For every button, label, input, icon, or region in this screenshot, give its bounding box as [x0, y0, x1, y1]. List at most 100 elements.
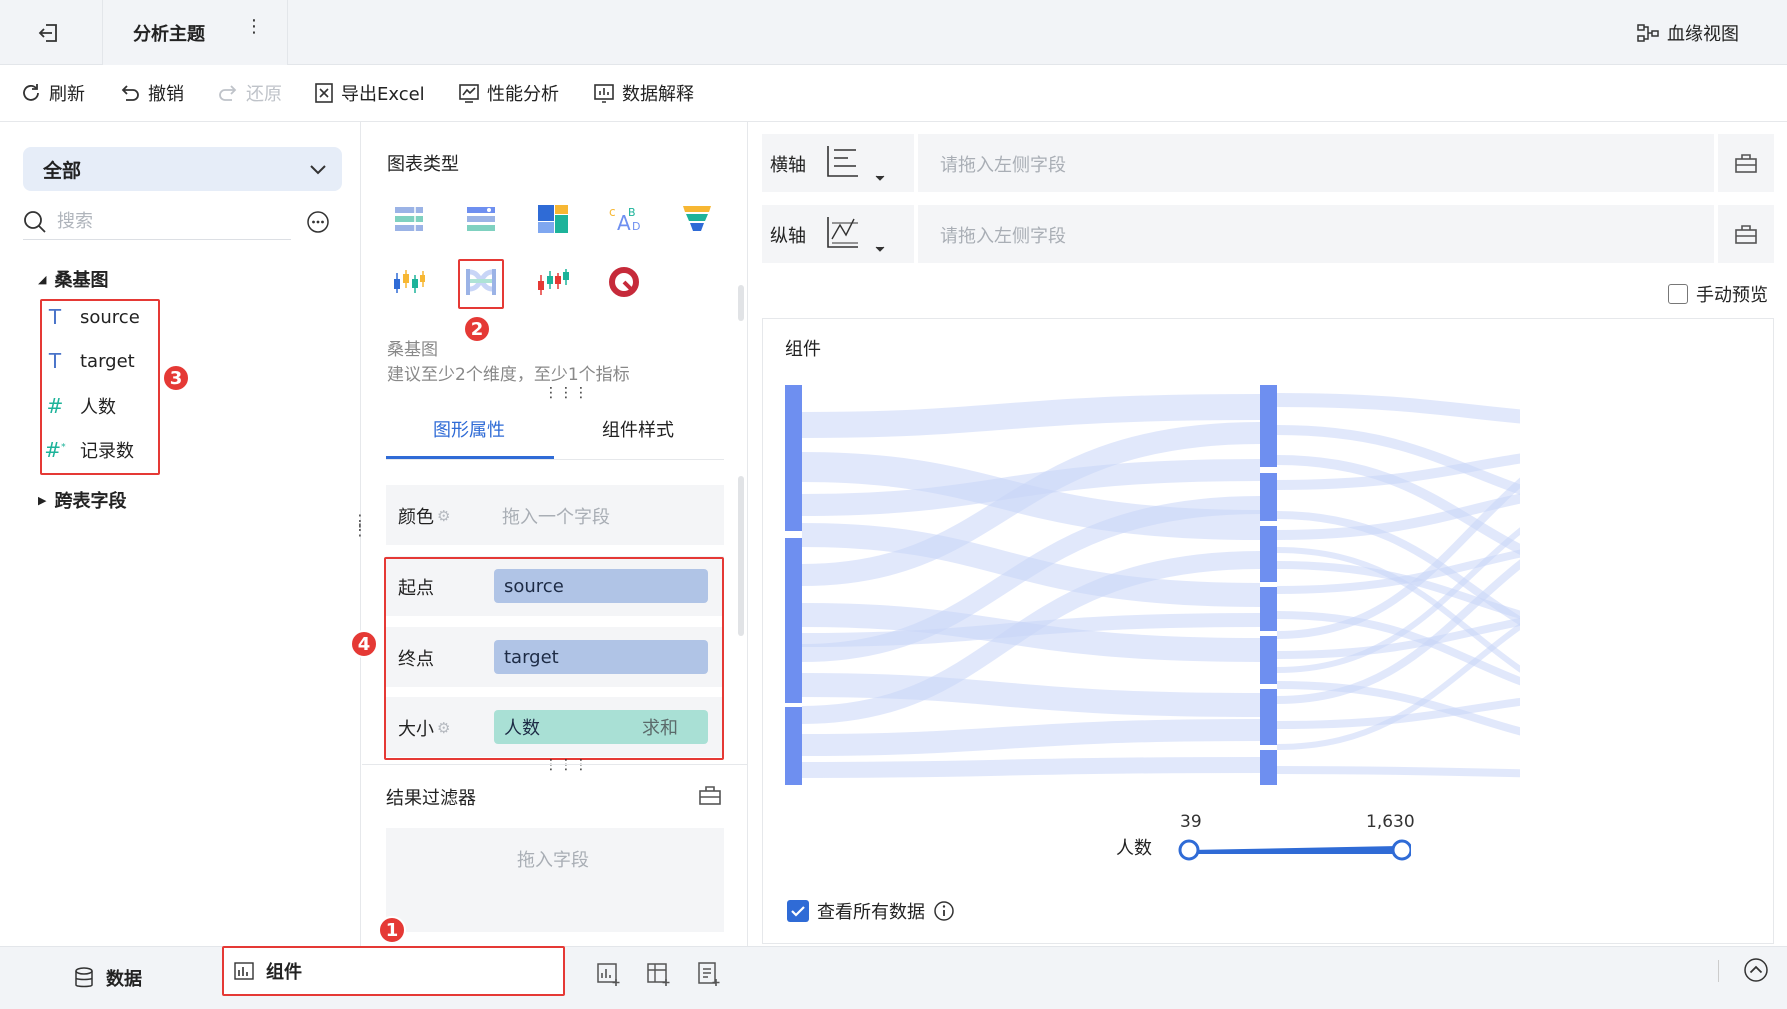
- selected-chart-name: 桑基图: [387, 340, 438, 360]
- highlight-box: [384, 557, 724, 760]
- checkbox-checked[interactable]: [787, 900, 809, 922]
- export-excel-button[interactable]: 导出Excel: [314, 78, 425, 108]
- database-icon: [74, 967, 94, 989]
- y-axis-placeholder: 请拖入左侧字段: [940, 226, 1066, 247]
- toolbar: 刷新 撤销 还原 导出Excel 性能分析 数据解释: [0, 66, 1787, 122]
- search-bar: [23, 204, 291, 240]
- perf-analysis-button[interactable]: 性能分析: [458, 78, 559, 108]
- checkbox[interactable]: [1668, 284, 1688, 304]
- redo-icon: [217, 82, 239, 104]
- add-report-icon[interactable]: [696, 961, 722, 987]
- scrollbar[interactable]: [738, 285, 744, 321]
- color-drop-zone[interactable]: 颜色 ⚙ 拖入一个字段: [386, 485, 724, 545]
- range-min-value: 39: [1180, 812, 1202, 832]
- more-vertical-icon[interactable]: ⋮: [244, 16, 264, 46]
- tree-node-label: 桑基图: [54, 270, 109, 291]
- svg-text:D: D: [632, 220, 640, 233]
- svg-text:B: B: [628, 206, 636, 219]
- lineage-label: 血缘视图: [1667, 24, 1739, 45]
- toolbox-icon[interactable]: [1734, 223, 1758, 245]
- manual-preview-checkbox[interactable]: 手动预览: [1668, 281, 1768, 307]
- field-panel: [0, 122, 361, 946]
- scope-value: 全部: [43, 159, 82, 182]
- search-icon: [23, 210, 47, 234]
- highlight-box: [222, 946, 565, 996]
- detail-table-icon[interactable]: [459, 197, 503, 241]
- y-axis-drop-zone[interactable]: 请拖入左侧字段: [914, 205, 1718, 263]
- refresh-button[interactable]: 刷新: [20, 78, 85, 108]
- filter-drop-zone[interactable]: [386, 828, 724, 932]
- more-options-icon[interactable]: [306, 210, 330, 234]
- step-badge-3: 3: [162, 364, 190, 392]
- step-badge-4: 4: [350, 630, 378, 658]
- redo-button[interactable]: 还原: [217, 78, 282, 108]
- settings-icon[interactable]: ⚙: [437, 507, 450, 525]
- page-title: 分析主题: [133, 24, 205, 45]
- info-icon[interactable]: [933, 900, 955, 922]
- caret-right-icon: ▶: [38, 493, 47, 507]
- add-component-icon[interactable]: [596, 961, 622, 987]
- tab-data-label: 数据: [106, 969, 142, 990]
- collapse-up-icon[interactable]: [1742, 956, 1770, 984]
- range-slider[interactable]: [1175, 836, 1411, 864]
- y-axis-label: 纵轴: [770, 226, 806, 247]
- active-tab-indicator: [386, 456, 554, 459]
- y-axis-type-icon[interactable]: [824, 215, 890, 255]
- scrollbar[interactable]: [738, 476, 744, 636]
- add-crosstab-icon[interactable]: [646, 961, 672, 987]
- divider: [1718, 960, 1719, 982]
- manual-preview-label: 手动预览: [1696, 285, 1768, 306]
- x-axis-drop-zone[interactable]: 请拖入左侧字段: [914, 134, 1718, 192]
- boxplot-icon[interactable]: [387, 260, 431, 304]
- toolbox-icon[interactable]: [1734, 152, 1758, 174]
- export-excel-label: 导出Excel: [341, 84, 425, 105]
- caret-down-icon: ◢: [38, 272, 47, 286]
- view-all-data-checkbox[interactable]: 查看所有数据: [787, 898, 955, 924]
- chart-type-title: 图表类型: [387, 154, 459, 175]
- sankey-links: [801, 393, 1520, 778]
- range-slider-label: 人数: [1116, 838, 1152, 859]
- filter-toolbox-icon[interactable]: [698, 784, 722, 806]
- sankey-chart[interactable]: [785, 385, 1520, 785]
- scope-select[interactable]: 全部: [23, 147, 342, 191]
- canvas-title: 组件: [785, 339, 821, 360]
- lineage-icon: [1637, 23, 1659, 43]
- view-all-label: 查看所有数据: [817, 902, 925, 923]
- undo-button[interactable]: 撤销: [119, 78, 184, 108]
- gauge-icon[interactable]: [603, 260, 647, 304]
- excel-icon: [314, 82, 334, 104]
- chart-hint: 建议至少2个维度，至少1个指标: [387, 365, 630, 385]
- candlestick-icon[interactable]: [531, 260, 575, 304]
- chevron-down-icon: [308, 159, 328, 179]
- tree-node-cross-table[interactable]: ▶ 跨表字段: [38, 487, 126, 513]
- x-axis-label: 横轴: [770, 155, 806, 176]
- x-axis-type-icon[interactable]: [824, 144, 890, 184]
- tab-component-style[interactable]: 组件样式: [602, 416, 674, 442]
- undo-label: 撤销: [148, 84, 184, 105]
- refresh-icon: [20, 82, 42, 104]
- data-explain-button[interactable]: 数据解释: [593, 78, 694, 108]
- color-placeholder: 拖入一个字段: [502, 507, 610, 528]
- resize-handle[interactable]: ⋮⋮⋮: [544, 386, 589, 400]
- data-explain-label: 数据解释: [622, 84, 694, 105]
- props-tabs: 图形属性 组件样式: [386, 400, 724, 460]
- treemap-icon[interactable]: [531, 197, 575, 241]
- undo-icon: [119, 82, 141, 104]
- tree-node-label: 跨表字段: [54, 491, 127, 512]
- redo-label: 还原: [246, 84, 282, 105]
- lineage-view-button[interactable]: 血缘视图: [1637, 18, 1739, 48]
- search-input[interactable]: [57, 211, 257, 232]
- tab-graphic-props[interactable]: 图形属性: [433, 416, 505, 442]
- performance-icon: [458, 82, 480, 104]
- exit-icon[interactable]: [36, 18, 66, 48]
- tree-node-sankey[interactable]: ◢ 桑基图: [38, 266, 108, 292]
- funnel-icon[interactable]: [675, 197, 719, 241]
- highlight-box: [458, 259, 504, 309]
- tab-data[interactable]: 数据: [74, 961, 142, 995]
- multi-column-table-icon[interactable]: [387, 197, 431, 241]
- resize-handle[interactable]: ⋮⋮⋮: [544, 758, 589, 772]
- step-badge-1: 1: [378, 916, 406, 944]
- svg-text:c: c: [609, 205, 616, 219]
- y-axis-row: 纵轴 请拖入左侧字段: [762, 205, 1774, 263]
- word-cloud-icon[interactable]: cABD: [603, 197, 647, 241]
